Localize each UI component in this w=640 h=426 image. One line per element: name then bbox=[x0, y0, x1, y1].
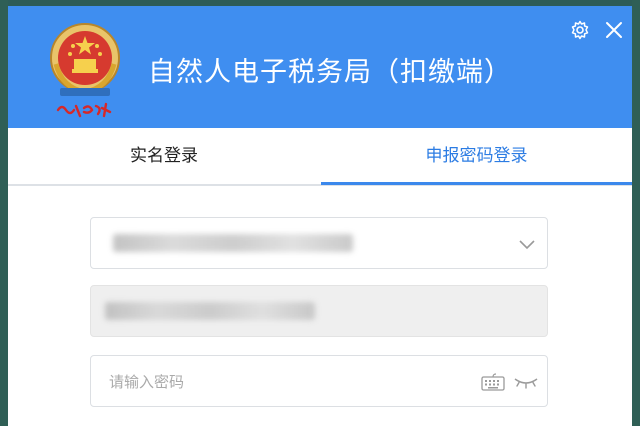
account-select[interactable] bbox=[90, 217, 548, 269]
gear-icon bbox=[571, 20, 589, 40]
tab-real-name-login[interactable]: 实名登录 bbox=[8, 128, 320, 184]
national-tax-emblem-icon bbox=[50, 23, 120, 118]
eye-closed-icon[interactable] bbox=[513, 373, 539, 391]
password-input[interactable] bbox=[107, 366, 471, 398]
account-masked-value bbox=[113, 234, 353, 252]
window-header: 自然人电子税务局（扣缴端） bbox=[8, 6, 632, 128]
password-field[interactable] bbox=[90, 355, 548, 407]
tab-password-login[interactable]: 申报密码登录 bbox=[321, 128, 632, 184]
chevron-down-icon[interactable] bbox=[517, 234, 537, 254]
settings-button[interactable] bbox=[568, 18, 592, 42]
desktop-edge-left bbox=[0, 0, 8, 426]
name-field bbox=[90, 285, 548, 337]
login-window: 自然人电子税务局（扣缴端） 实名登录 申报密码登录 bbox=[8, 6, 632, 426]
active-tab-indicator bbox=[321, 182, 632, 185]
close-button[interactable] bbox=[602, 18, 626, 42]
keyboard-icon[interactable] bbox=[481, 373, 505, 391]
name-masked-value bbox=[105, 302, 315, 320]
desktop-edge-right bbox=[632, 0, 640, 426]
login-tabs: 实名登录 申报密码登录 bbox=[8, 128, 632, 186]
window-title: 自然人电子税务局（扣缴端） bbox=[148, 57, 512, 88]
close-icon bbox=[606, 22, 622, 38]
